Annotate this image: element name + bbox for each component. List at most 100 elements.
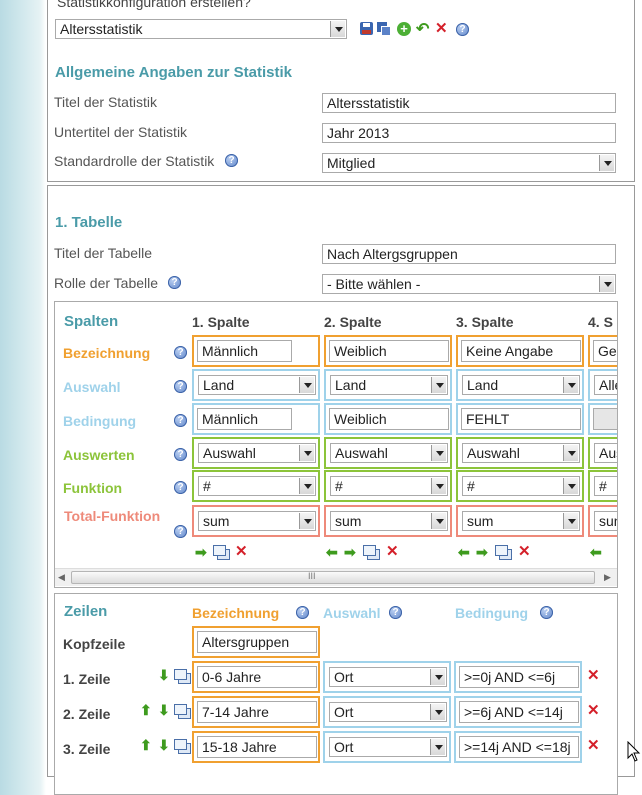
row-2-auswahl-select[interactable]: Ort [329,702,447,722]
move-right-icon[interactable]: ➡ [476,545,488,559]
col4-bezeichnung-input[interactable]: Ges [593,340,617,362]
help-icon[interactable]: ? [174,346,187,359]
delete-icon[interactable]: ✕ [587,703,600,718]
chevron-down-icon [563,377,578,393]
table-role-select[interactable]: - Bitte wählen - [322,274,616,294]
scroll-left-icon[interactable]: ◀ [58,572,65,583]
rows-col-auswahl: Auswahl [323,605,381,621]
delete-icon[interactable]: ✕ [435,21,448,36]
col1-bezeichnung: Männlich [192,335,320,367]
move-left-icon[interactable]: ⬅ [458,545,470,559]
move-left-icon[interactable]: ⬅ [590,545,602,559]
row-3-bezeichnung-input[interactable]: 15-18 Jahre [197,736,317,758]
row-2-bedingung-input[interactable]: >=6j AND <=14j [459,701,579,723]
col1-total-select[interactable]: sum [198,511,316,531]
chevron-down-icon [430,669,445,685]
delete-icon[interactable]: ✕ [386,544,399,559]
col1-auswahl-select[interactable]: Land [198,375,316,395]
save-as-icon[interactable] [377,22,391,36]
row-1-bezeichnung-input[interactable]: 0-6 Jahre [197,666,317,688]
col2-auswahl-select[interactable]: Land [330,375,448,395]
scroll-right-icon[interactable]: ▶ [604,572,611,583]
table-title-input[interactable]: Nach Altergsgruppen [322,244,616,264]
move-right-icon[interactable]: ➡ [344,545,356,559]
col3-auswerten-select[interactable]: Auswahl [462,443,580,463]
help-icon[interactable]: ? [225,154,238,167]
undo-icon[interactable]: ↶ [416,19,429,39]
stat-subtitle-input[interactable]: Jahr 2013 [322,123,616,143]
help-icon[interactable]: ? [174,481,187,494]
chevron-down-icon [563,513,578,529]
delete-icon[interactable]: ✕ [518,544,531,559]
row-2-bezeichnung-input[interactable]: 7-14 Jahre [197,701,317,723]
row-1-bedingung: >=0j AND <=6j [454,661,582,693]
copy-icon[interactable] [363,545,380,560]
row-3-bedingung-input[interactable]: >=14j AND <=18j [459,736,579,758]
help-icon[interactable]: ? [296,606,309,619]
help-icon[interactable]: ? [168,276,181,289]
col4-auswerten-select[interactable]: Aus [594,443,617,463]
move-up-icon[interactable]: ⬆ [140,703,152,717]
row-1-bedingung-input[interactable]: >=0j AND <=6j [459,666,579,688]
delete-icon[interactable]: ✕ [587,738,600,753]
help-icon[interactable]: ? [174,380,187,393]
col1-funktion-select[interactable]: # [198,476,316,496]
copy-icon[interactable] [213,545,230,560]
row-1-auswahl-select[interactable]: Ort [329,667,447,687]
col3-bedingung-input[interactable]: FEHLT [461,408,581,430]
col1-bedingung: Männlich [192,403,320,435]
horizontal-scrollbar[interactable]: ◀ III ▶ [55,568,617,586]
move-down-icon[interactable]: ⬇ [158,703,170,717]
help-icon[interactable]: ? [456,23,469,36]
row-2-bezeichnung: 7-14 Jahre [192,696,320,728]
col1-bedingung-input[interactable]: Männlich [197,408,292,430]
row-2-bedingung: >=6j AND <=14j [454,696,582,728]
help-icon[interactable]: ? [174,448,187,461]
col3-auswahl-select[interactable]: Land [462,375,580,395]
row-label-bedingung: Bedingung [63,413,137,429]
delete-icon[interactable]: ✕ [235,544,248,559]
help-icon[interactable]: ? [389,606,402,619]
add-icon[interactable]: + [397,22,411,36]
chevron-down-icon [563,478,578,494]
col2-bezeichnung-input[interactable]: Weiblich [329,340,449,362]
col2-auswerten-select[interactable]: Auswahl [330,443,448,463]
columns-heading: Spalten [64,313,119,330]
col4-auswahl-select[interactable]: Alle [594,375,617,395]
help-icon[interactable]: ? [540,606,553,619]
save-icon[interactable] [360,22,373,35]
col3-bezeichnung-input[interactable]: Keine Angabe [461,340,581,362]
col2-bedingung-input[interactable]: Weiblich [329,408,449,430]
move-up-icon[interactable]: ⬆ [140,738,152,752]
scrollbar-thumb[interactable]: III [71,571,595,584]
copy-icon[interactable] [174,739,191,754]
col2-funktion-select[interactable]: # [330,476,448,496]
col2-total-select[interactable]: sum [330,511,448,531]
chevron-down-icon [299,445,314,461]
copy-icon[interactable] [174,669,191,684]
delete-icon[interactable]: ✕ [587,668,600,683]
config-select[interactable]: Altersstatistik [55,19,347,39]
move-down-icon[interactable]: ⬇ [158,668,170,682]
copy-icon[interactable] [495,545,512,560]
help-icon[interactable]: ? [174,525,187,538]
help-icon[interactable]: ? [174,414,187,427]
stat-title-label: Titel der Statistik [54,94,157,110]
rows-col-bedingung: Bedingung [455,605,529,621]
stat-title-input[interactable]: Altersstatistik [322,93,616,113]
copy-icon[interactable] [174,704,191,719]
col4-bedingung-input[interactable] [593,408,617,430]
col3-total-select[interactable]: sum [462,511,580,531]
row-3-auswahl-select[interactable]: Ort [329,737,447,757]
col4-total-select[interactable]: sun [594,511,617,531]
move-left-icon[interactable]: ⬅ [326,545,338,559]
col1-bezeichnung-input[interactable]: Männlich [197,340,292,362]
kopfzeile-input[interactable]: Altersgruppen [197,631,317,653]
col1-auswerten-select[interactable]: Auswahl [198,443,316,463]
move-right-icon[interactable]: ➡ [195,545,207,559]
col4-funktion-select[interactable]: # [594,476,617,496]
move-down-icon[interactable]: ⬇ [158,738,170,752]
stat-role-select[interactable]: Mitglied [322,153,616,173]
col4-auswerten: Aus [588,437,617,469]
col3-funktion-select[interactable]: # [462,476,580,496]
